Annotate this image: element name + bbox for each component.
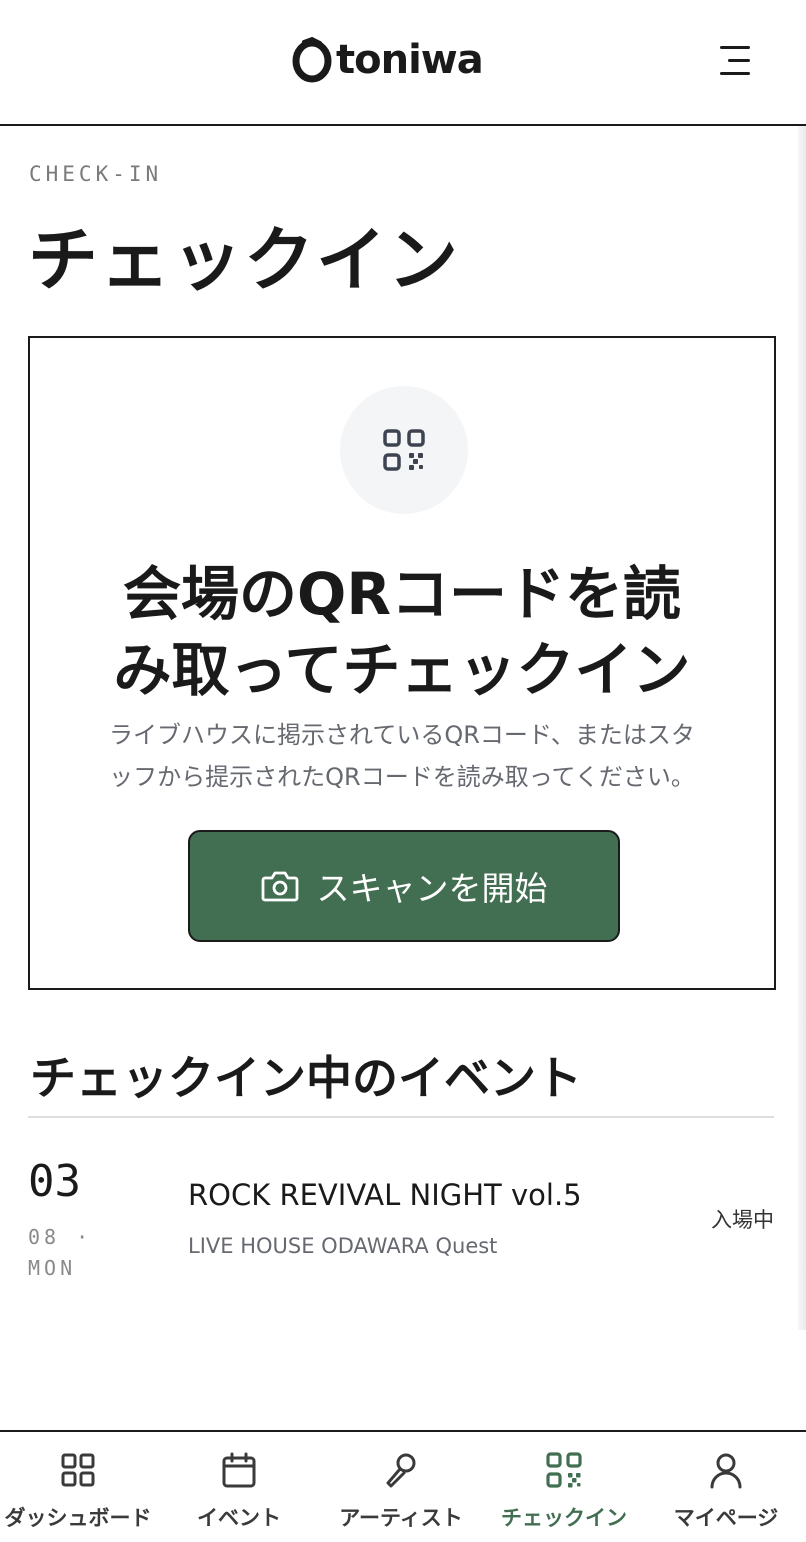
scan-description-line2: ッフから提示されたQRコードを読み取ってください。 <box>109 763 695 791</box>
event-venue: LIVE HOUSE ODAWARA Quest <box>188 1234 498 1258</box>
nav-item-dashboard[interactable]: ダッシュボード <box>0 1432 158 1542</box>
qr-code-icon <box>546 1452 582 1488</box>
qr-code-icon <box>383 429 425 471</box>
microphone-icon <box>386 1453 416 1488</box>
scan-description: ライブハウスに掲示されているQRコード、またはスタ ッフから提示されたQRコード… <box>70 714 734 798</box>
app-header: toniwa <box>0 0 806 126</box>
scrollbar[interactable] <box>798 0 806 1330</box>
nav-item-checkin[interactable]: チェックイン <box>484 1432 644 1542</box>
qr-icon-badge <box>340 386 468 514</box>
section-divider <box>28 1116 774 1118</box>
start-scan-button[interactable]: スキャンを開始 <box>188 830 620 942</box>
event-month-weekday: 08 · MON <box>28 1222 118 1284</box>
user-icon <box>710 1453 742 1489</box>
event-status-badge: 入場中 <box>711 1208 774 1232</box>
scan-headline-line2: み取ってチェックイン <box>113 636 691 704</box>
nav-item-artists[interactable]: アーティスト <box>321 1432 481 1542</box>
event-day: 03 <box>28 1156 81 1207</box>
hamburger-menu-icon[interactable] <box>716 42 756 78</box>
qr-scan-card: 会場のQRコードを読 み取ってチェックイン ライブハウスに掲示されているQRコー… <box>28 336 776 990</box>
nav-label-checkin: チェックイン <box>501 1506 627 1530</box>
checked-in-event-row[interactable]: 03 08 · MON ROCK REVIVAL NIGHT vol.5 LIV… <box>28 1140 774 1290</box>
bottom-nav: ダッシュボード イベント アーティスト チェックイン マイページ <box>0 1430 806 1542</box>
logo-ring-icon <box>292 36 332 83</box>
scan-headline-line1: 会場のQRコードを読 <box>123 560 681 628</box>
nav-label-events: イベント <box>197 1506 281 1530</box>
event-weekday: MON <box>28 1256 77 1280</box>
event-name: ROCK REVIVAL NIGHT vol.5 <box>188 1178 582 1212</box>
otoniwa-logo[interactable]: toniwa <box>290 28 484 92</box>
checked-in-events-title: チェックイン中のイベント <box>30 1051 582 1105</box>
nav-item-mypage[interactable]: マイページ <box>646 1432 806 1542</box>
nav-item-events[interactable]: イベント <box>159 1432 319 1542</box>
calendar-icon <box>222 1452 256 1488</box>
dashboard-grid-icon <box>61 1453 95 1487</box>
nav-label-artists: アーティスト <box>339 1506 463 1530</box>
scan-headline: 会場のQRコードを読 み取ってチェックイン <box>30 556 774 708</box>
page-title: チェックイン <box>28 219 460 301</box>
event-month: 08 · <box>28 1225 93 1249</box>
scan-description-line1: ライブハウスに掲示されているQRコード、またはスタ <box>109 721 695 749</box>
start-scan-label: スキャンを開始 <box>316 869 548 908</box>
camera-icon <box>261 871 298 902</box>
page-eyebrow: CHECK-IN <box>29 162 163 186</box>
logo-wordmark: toniwa <box>336 37 484 83</box>
nav-label-mypage: マイページ <box>673 1506 779 1530</box>
nav-label-dashboard: ダッシュボード <box>4 1506 152 1530</box>
